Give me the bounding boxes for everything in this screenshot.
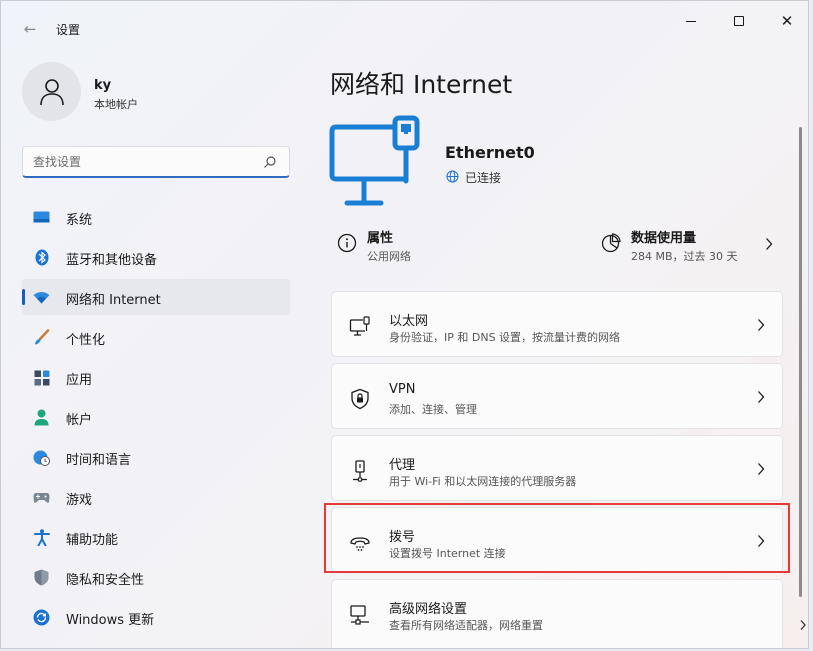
minimize-icon [686,20,696,22]
connection-status: 已连接 [465,171,502,185]
pie-chart-icon [601,233,621,253]
sidebar-nav: 系统 蓝牙和其他设备 网络和 Internet 个性化 应用 帐户 时间和语言 … [22,199,290,639]
card-title: 代理 [389,458,416,473]
sidebar-item-label: 系统 [66,213,93,228]
bluetooth-icon [33,249,50,266]
search-box[interactable] [22,146,290,178]
sidebar-item-label: 帐户 [66,413,93,428]
settings-window: ← 设置 ✕ ky 本地帐户 系统 [0,0,809,649]
card-title: 高级网络设置 [389,602,468,617]
card-title: 以太网 [389,314,429,329]
sidebar-item-system[interactable]: 系统 [22,199,290,235]
app-title: 设置 [56,23,81,37]
sidebar-item-label: 游戏 [66,493,93,508]
card-subtitle: 查看所有网络适配器，网络重置 [389,619,543,632]
person-icon [33,409,50,426]
chevron-right-icon [758,391,765,403]
sidebar-item-label: 时间和语言 [66,453,132,468]
close-button[interactable]: ✕ [764,5,808,37]
account-type: 本地帐户 [94,98,138,111]
ethernet-icon [349,316,370,336]
chevron-right-icon[interactable] [764,237,774,251]
globe-clock-icon [33,449,50,466]
sidebar-item-time-language[interactable]: 时间和语言 [22,439,290,475]
globe-icon [446,170,459,183]
sidebar-item-apps[interactable]: 应用 [22,359,290,395]
search-icon [264,156,276,168]
adapter-name: Ethernet0 [445,143,535,162]
ethernet-monitor-icon [329,115,420,206]
close-icon: ✕ [780,12,794,30]
proxy-icon [353,460,367,482]
back-arrow-icon: ← [23,20,37,38]
card-ethernet[interactable]: 以太网 身份验证，IP 和 DNS 设置，按流量计费的网络 [331,291,783,357]
card-subtitle: 添加、连接、管理 [389,403,477,416]
sidebar-item-accounts[interactable]: 帐户 [22,399,290,435]
data-usage-title: 数据使用量 [631,231,697,246]
card-subtitle: 用于 Wi-Fi 和以太网连接的代理服务器 [389,475,577,488]
card-advanced-network[interactable]: 高级网络设置 查看所有网络适配器，网络重置 [331,579,783,648]
sidebar-item-network[interactable]: 网络和 Internet [22,279,290,315]
chevron-right-icon [758,319,765,331]
card-proxy[interactable]: 代理 用于 Wi-Fi 和以太网连接的代理服务器 [331,435,783,501]
shield-icon [33,569,50,586]
wifi-icon [33,289,50,306]
advanced-network-icon [350,605,369,625]
card-subtitle: 设置拨号 Internet 连接 [389,547,506,560]
card-subtitle: 身份验证，IP 和 DNS 设置，按流量计费的网络 [389,331,621,344]
brush-icon [33,329,50,346]
title-bar: ← 设置 ✕ [1,1,808,45]
maximize-button[interactable] [716,5,762,37]
dialup-icon [350,537,370,551]
update-icon [33,609,50,626]
vpn-shield-icon [351,388,369,410]
properties-link[interactable]: 属性 公用网络 [337,223,537,269]
sidebar-item-gaming[interactable]: 游戏 [22,479,290,515]
sidebar-item-windows-update[interactable]: Windows 更新 [22,599,290,635]
sidebar-item-bluetooth[interactable]: 蓝牙和其他设备 [22,239,290,275]
properties-title: 属性 [367,231,394,246]
info-icon [337,233,357,253]
gamepad-icon [33,489,50,506]
back-button[interactable]: ← [15,15,45,43]
scrollbar[interactable] [799,127,802,597]
card-vpn[interactable]: VPN 添加、连接、管理 [331,363,783,429]
card-title: 拨号 [389,530,416,545]
page-title: 网络和 Internet [330,70,513,99]
minimize-button[interactable] [668,5,714,37]
search-input[interactable] [33,153,253,171]
avatar [22,62,81,121]
data-usage-subtitle: 284 MB，过去 30 天 [631,250,738,263]
sidebar-item-label: 辅助功能 [66,533,119,548]
user-name: ky [94,78,112,93]
sidebar-item-label: 个性化 [66,333,106,348]
properties-subtitle: 公用网络 [367,250,411,263]
sidebar-item-personalization[interactable]: 个性化 [22,319,290,355]
scroll-arrow-icon[interactable] [799,619,807,631]
card-dialup[interactable]: 拨号 设置拨号 Internet 连接 [331,507,783,573]
sidebar-item-privacy[interactable]: 隐私和安全性 [22,559,290,595]
data-usage-link[interactable]: 数据使用量 284 MB，过去 30 天 [601,223,781,269]
sidebar-item-accessibility[interactable]: 辅助功能 [22,519,290,555]
person-avatar-icon [39,78,64,105]
chevron-right-icon [758,535,765,547]
chevron-right-icon [758,463,765,475]
sidebar-item-label: 网络和 Internet [66,293,161,308]
maximize-icon [734,16,744,26]
accessibility-icon [33,529,50,546]
card-title: VPN [389,382,416,397]
sidebar-item-label: 隐私和安全性 [66,573,145,588]
apps-icon [33,369,50,386]
sidebar-item-label: 蓝牙和其他设备 [66,253,158,268]
monitor-icon [33,209,50,226]
sidebar-item-label: 应用 [66,373,93,388]
sidebar-item-label: Windows 更新 [66,613,155,628]
